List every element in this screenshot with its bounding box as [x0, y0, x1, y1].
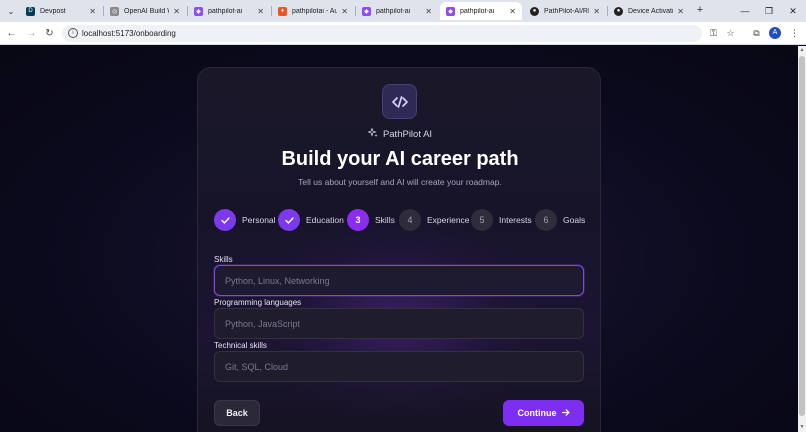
profile-avatar[interactable]: A — [769, 27, 781, 39]
scroll-down-icon[interactable]: ▼ — [799, 424, 805, 430]
step-education[interactable]: Education — [278, 209, 344, 231]
devpost-favicon-icon: D — [26, 6, 35, 16]
reload-icon[interactable]: ↻ — [42, 26, 57, 41]
openai-favicon-icon: ◎ — [110, 6, 119, 16]
technical-skills-input[interactable] — [225, 352, 575, 381]
brand-name: PathPilot AI — [382, 129, 433, 140]
tab-title: pathpilot-ai — [208, 7, 243, 15]
password-key-icon[interactable]: ⚿ — [707, 27, 720, 40]
code-brackets-icon — [382, 84, 417, 119]
minimize-window-icon[interactable]: — — [734, 2, 756, 20]
browser-toolbar: ← → ↻ i localhost:5173/onboarding ⚿ ☆ ⧉ … — [0, 22, 806, 45]
scroll-up-icon[interactable]: ▲ — [799, 47, 805, 53]
tab-title: Device Activation — [628, 7, 673, 15]
onboarding-card: PathPilot AI Build your AI career path T… — [197, 67, 601, 432]
step-experience[interactable]: 4 Experience — [399, 209, 470, 231]
close-tab-icon[interactable]: ✕ — [257, 7, 264, 16]
browser-tab-github-readme[interactable]: ● PathPilot-AI/READ ✕ — [524, 2, 606, 20]
step-skills[interactable]: 3 Skills — [347, 209, 395, 231]
vite-favicon-icon: ◆ — [446, 6, 455, 16]
tab-title: Devpost — [40, 7, 66, 15]
bookmark-star-icon[interactable]: ☆ — [724, 27, 737, 40]
tab-title: PathPilot-AI/READ — [544, 7, 589, 15]
close-tab-icon[interactable]: ✕ — [593, 7, 600, 16]
close-tab-icon[interactable]: ✕ — [89, 7, 96, 16]
check-icon — [278, 209, 300, 231]
close-tab-icon[interactable]: ✕ — [425, 7, 432, 16]
step-label: Goals — [563, 215, 586, 225]
tab-search-chevron-icon[interactable]: ⌄ — [4, 4, 18, 18]
step-label: Interests — [499, 215, 532, 225]
programming-languages-field[interactable] — [214, 308, 584, 339]
address-bar[interactable]: i localhost:5173/onboarding — [62, 25, 702, 42]
extensions-puzzle-icon[interactable]: ⧉ — [750, 27, 763, 40]
back-arrow-icon[interactable]: ← — [4, 26, 19, 41]
continue-button-label: Continue — [517, 408, 557, 418]
step-number: 3 — [347, 209, 369, 231]
back-button[interactable]: Back — [214, 400, 260, 426]
continue-button[interactable]: Continue — [503, 400, 584, 426]
step-number: 6 — [535, 209, 557, 231]
step-interests[interactable]: 5 Interests — [471, 209, 532, 231]
brand: PathPilot AI — [198, 127, 602, 141]
vite-favicon-icon: ◆ — [362, 6, 371, 16]
new-tab-plus-icon[interactable]: + — [693, 3, 707, 17]
close-tab-icon[interactable]: ✕ — [173, 7, 180, 16]
step-label: Skills — [375, 215, 395, 225]
step-label: Personal — [242, 215, 276, 225]
close-tab-icon[interactable]: ✕ — [509, 7, 516, 16]
step-label: Experience — [427, 215, 470, 225]
sparkles-icon — [367, 127, 378, 141]
url-text[interactable]: localhost:5173/onboarding — [82, 29, 176, 38]
vite-favicon-icon: ◆ — [194, 6, 203, 16]
skills-field[interactable] — [214, 265, 584, 296]
skills-input[interactable] — [225, 266, 575, 295]
restore-window-icon[interactable]: ❐ — [758, 2, 780, 20]
browser-tab-openai[interactable]: ◎ OpenAI Build Wee ✕ — [104, 2, 186, 20]
browser-tab-devpost[interactable]: D Devpost ✕ — [20, 2, 102, 20]
progress-stepper: Personal Education 3 Skills 4 Experience… — [214, 209, 586, 231]
step-label: Education — [306, 215, 344, 225]
step-number: 4 — [399, 209, 421, 231]
page-scrollbar[interactable]: ▲ ▼ — [798, 46, 806, 432]
page-viewport: PathPilot AI Build your AI career path T… — [0, 46, 798, 432]
close-tab-icon[interactable]: ✕ — [341, 7, 348, 16]
close-window-icon[interactable]: ✕ — [782, 2, 804, 20]
programming-languages-label: Programming languages — [214, 298, 302, 307]
github-favicon-icon: ● — [614, 6, 623, 16]
browser-menu-icon[interactable]: ⋮ — [788, 27, 801, 40]
browser-tab-pathpilot-2[interactable]: ◆ pathpilot-ai ✕ — [356, 2, 438, 20]
back-button-label: Back — [226, 408, 248, 418]
arrow-right-icon — [561, 408, 570, 418]
technical-skills-field[interactable] — [214, 351, 584, 382]
tab-title: pathpilot-ai — [376, 7, 411, 15]
programming-languages-input[interactable] — [225, 309, 575, 338]
tab-title: pathpilot-ai — [460, 7, 495, 15]
technical-skills-label: Technical skills — [214, 341, 267, 350]
step-personal[interactable]: Personal — [214, 209, 276, 231]
page-title: Build your AI career path — [281, 148, 519, 170]
check-icon — [214, 209, 236, 231]
tab-title: OpenAI Build Wee — [124, 7, 169, 15]
browser-tab-pathpilot-1[interactable]: ◆ pathpilot-ai ✕ — [188, 2, 270, 20]
scrollbar-thumb[interactable] — [799, 56, 805, 416]
close-tab-icon[interactable]: ✕ — [677, 7, 684, 16]
browser-tab-device-activation[interactable]: ● Device Activation ✕ — [608, 2, 690, 20]
tab-title: pathpilotai - Aut — [292, 7, 338, 15]
firebase-favicon-icon: ♦ — [278, 6, 287, 16]
step-goals[interactable]: 6 Goals — [535, 209, 585, 231]
browser-tab-bar: ⌄ D Devpost ✕ ◎ OpenAI Build Wee ✕ ◆ pat… — [0, 0, 806, 22]
browser-tab-pathpilot-active[interactable]: ◆ pathpilot-ai ✕ — [440, 2, 522, 20]
github-favicon-icon: ● — [530, 6, 539, 16]
page-subtitle: Tell us about yourself and AI will creat… — [298, 177, 502, 187]
browser-tab-firebase[interactable]: ♦ pathpilotai - Aut ✕ — [272, 2, 354, 20]
site-info-icon[interactable]: i — [68, 28, 78, 38]
step-number: 5 — [471, 209, 493, 231]
skills-label: Skills — [214, 255, 233, 264]
forward-arrow-icon[interactable]: → — [24, 26, 39, 41]
